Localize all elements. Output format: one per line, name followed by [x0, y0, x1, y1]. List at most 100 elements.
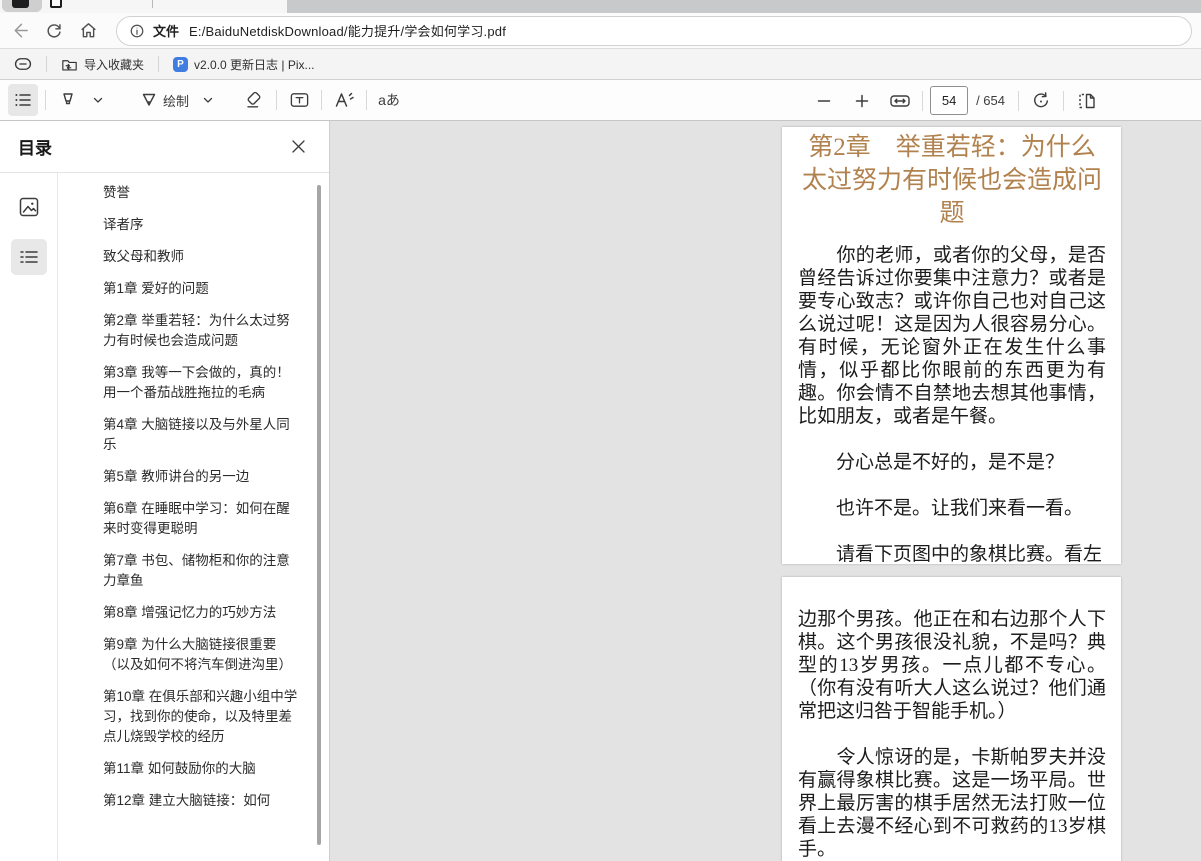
draw-button[interactable]: 绘制 — [135, 84, 193, 116]
pdf-paragraph: 分心总是不好的，是不是？ — [798, 451, 1106, 474]
collections-button[interactable] — [6, 52, 40, 76]
fit-to-width-button[interactable] — [885, 85, 915, 117]
bookmark-favicon: P — [173, 57, 188, 72]
sidebar-body: 赞誉 译者序 致父母和教师 第1章 爱好的问题 第2章 举重若轻：为什么太过努力… — [0, 173, 329, 861]
pdf-paragraph: 请看下页图中的象棋比赛。看左 — [798, 543, 1106, 564]
sidebar-scrollbar[interactable] — [317, 185, 321, 845]
pdf-paragraph: 也许不是。让我们来看一看。 — [798, 497, 1106, 520]
toc-item[interactable]: 第9章 为什么大脑链接很重要（以及如何不将汽车倒进沟里） — [103, 635, 301, 675]
import-favorites-button[interactable]: 导入收藏夹 — [53, 52, 152, 76]
refresh-button[interactable] — [40, 17, 68, 45]
page-body: 你的老师，或者你的父母，是否曾经告诉过你要集中注意力？或者是要专心致志？或许你自… — [798, 244, 1106, 564]
toc-list: 赞誉 译者序 致父母和教师 第1章 爱好的问题 第2章 举重若轻：为什么太过努力… — [58, 173, 329, 861]
address-bar[interactable]: 文件 E:/BaiduNetdiskDownload/能力提升/学会如何学习.p… — [116, 16, 1192, 46]
bookmark-label: v2.0.0 更新日志 | Pix... — [194, 56, 314, 73]
pdf-page-54: 第2章 举重若轻：为什么太过努力有时候也会造成问题 你的老师，或者你的父母，是否… — [782, 127, 1121, 564]
home-button[interactable] — [74, 17, 102, 45]
toc-item[interactable]: 第4章 大脑链接以及与外星人同乐 — [103, 415, 301, 455]
thumbnails-tab[interactable] — [11, 189, 47, 225]
pdf-paragraph: 令人惊讶的是，卡斯帕罗夫并没有赢得象棋比赛。这是一场平局。世界上最厉害的棋手居然… — [798, 746, 1106, 861]
highlight-dropdown[interactable] — [83, 84, 113, 116]
url-scheme-label: 文件 — [153, 21, 179, 40]
toc-item[interactable]: 第1章 爱好的问题 — [103, 279, 301, 299]
back-arrow-icon — [11, 21, 30, 40]
contents-tab[interactable] — [11, 239, 47, 275]
toc-sidebar: 目录 赞誉 译者序 致父母和教师 — [0, 121, 330, 861]
chevron-down-icon — [202, 94, 214, 106]
url-text[interactable]: E:/BaiduNetdiskDownload/能力提升/学会如何学习.pdf — [189, 21, 506, 40]
add-text-button[interactable] — [284, 84, 314, 116]
page-body: 边那个男孩。他正在和右边那个人下棋。这个男孩很没礼貌，不是吗？典型的13岁男孩。… — [798, 608, 1106, 861]
pdf-toolbar: 绘制 aあ / 654 — [0, 80, 1201, 121]
info-icon[interactable] — [129, 23, 145, 39]
toc-item[interactable]: 第8章 增强记忆力的巧妙方法 — [103, 603, 301, 623]
refresh-icon — [45, 22, 63, 40]
sidebar-close-button[interactable] — [283, 132, 313, 162]
page-number-input[interactable] — [930, 86, 968, 115]
pdf-page-55: 边那个男孩。他正在和右边那个人下棋。这个男孩很没礼貌，不是吗？典型的13岁男孩。… — [782, 577, 1121, 861]
rotate-icon — [1031, 91, 1051, 111]
toc-toggle-button[interactable] — [8, 84, 38, 116]
minus-icon — [816, 93, 832, 109]
sidebar-rail — [0, 173, 58, 861]
tab-separator — [152, 0, 153, 8]
import-favorites-label: 导入收藏夹 — [84, 56, 144, 73]
draw-dropdown[interactable] — [193, 84, 223, 116]
toc-item[interactable]: 译者序 — [103, 215, 301, 235]
erase-button[interactable] — [239, 84, 269, 116]
eraser-icon — [244, 90, 264, 110]
sidebar-title: 目录 — [18, 134, 283, 159]
toc-item[interactable]: 第12章 建立大脑链接：如何 — [103, 791, 301, 811]
page-count-label: / 654 — [976, 93, 1005, 108]
fit-width-icon — [889, 92, 911, 110]
chevron-down-icon — [92, 94, 104, 106]
content-area: 目录 赞誉 译者序 致父母和教师 — [0, 121, 1201, 861]
highlighter-icon — [58, 90, 78, 110]
table-of-contents-icon — [13, 90, 33, 110]
toc-item[interactable]: 第2章 举重若轻：为什么太过努力有时候也会造成问题 — [103, 311, 301, 351]
chapter-title: 第2章 举重若轻：为什么太过努力有时候也会造成问题 — [798, 131, 1106, 230]
toc-item[interactable]: 第11章 如何鼓励你的大脑 — [103, 759, 301, 779]
toc-item[interactable]: 第3章 我等一下会做的，真的！用一个番茄战胜拖拉的毛病 — [103, 363, 301, 403]
page-view-button[interactable] — [1071, 85, 1101, 117]
bookmark-pixpin[interactable]: P v2.0.0 更新日志 | Pix... — [165, 52, 322, 76]
close-icon — [291, 139, 306, 154]
draw-pen-icon — [139, 90, 159, 110]
toc-item[interactable]: 第6章 在睡眠中学习：如何在醒来时变得更聪明 — [103, 499, 301, 539]
highlight-button[interactable] — [53, 84, 83, 116]
contents-list-icon — [18, 246, 40, 268]
toc-item[interactable]: 第7章 书包、储物柜和你的注意力章鱼 — [103, 551, 301, 591]
toc-item[interactable]: 第5章 教师讲台的另一边 — [103, 467, 301, 487]
tab-strip — [0, 0, 1201, 13]
collections-icon — [14, 57, 32, 71]
toc-item[interactable]: 第10章 在俱乐部和兴趣小组中学习，找到你的使命，以及特里差点儿烧毁学校的经历 — [103, 687, 301, 747]
thumbnails-icon — [17, 195, 41, 219]
sidebar-header: 目录 — [0, 121, 329, 173]
zoom-out-button[interactable] — [809, 85, 839, 117]
toc-item[interactable]: 赞誉 — [103, 183, 301, 203]
translate-label: aあ — [378, 90, 400, 110]
back-button[interactable] — [6, 17, 34, 45]
home-icon — [79, 21, 98, 40]
pdf-viewer[interactable]: 第2章 举重若轻：为什么太过努力有时候也会造成问题 你的老师，或者你的父母，是否… — [330, 121, 1201, 861]
tab-favicon-icon — [50, 0, 62, 8]
read-aloud-icon — [333, 90, 355, 110]
rotate-button[interactable] — [1026, 85, 1056, 117]
pdf-paragraph: 你的老师，或者你的父母，是否曾经告诉过你要集中注意力？或者是要专心致志？或许你自… — [798, 244, 1106, 428]
bookmarks-bar: 导入收藏夹 P v2.0.0 更新日志 | Pix... — [0, 48, 1201, 80]
page-view-icon — [1076, 91, 1097, 111]
text-box-icon — [289, 90, 310, 110]
pdf-paragraph: 边那个男孩。他正在和右边那个人下棋。这个男孩很没礼貌，不是吗？典型的13岁男孩。… — [798, 608, 1106, 723]
toc-item[interactable]: 致父母和教师 — [103, 247, 301, 267]
import-favorites-icon — [61, 57, 78, 72]
plus-icon — [854, 93, 870, 109]
draw-label: 绘制 — [163, 91, 189, 110]
toolbar-right-group: / 654 — [809, 80, 1101, 121]
zoom-in-button[interactable] — [847, 85, 877, 117]
browser-menu-icon — [12, 0, 29, 8]
navigation-bar: 文件 E:/BaiduNetdiskDownload/能力提升/学会如何学习.p… — [0, 13, 1201, 48]
read-aloud-button[interactable] — [329, 84, 359, 116]
active-tab[interactable] — [0, 0, 287, 13]
tab-actions-button[interactable] — [2, 0, 42, 12]
translate-button[interactable]: aあ — [374, 84, 404, 116]
